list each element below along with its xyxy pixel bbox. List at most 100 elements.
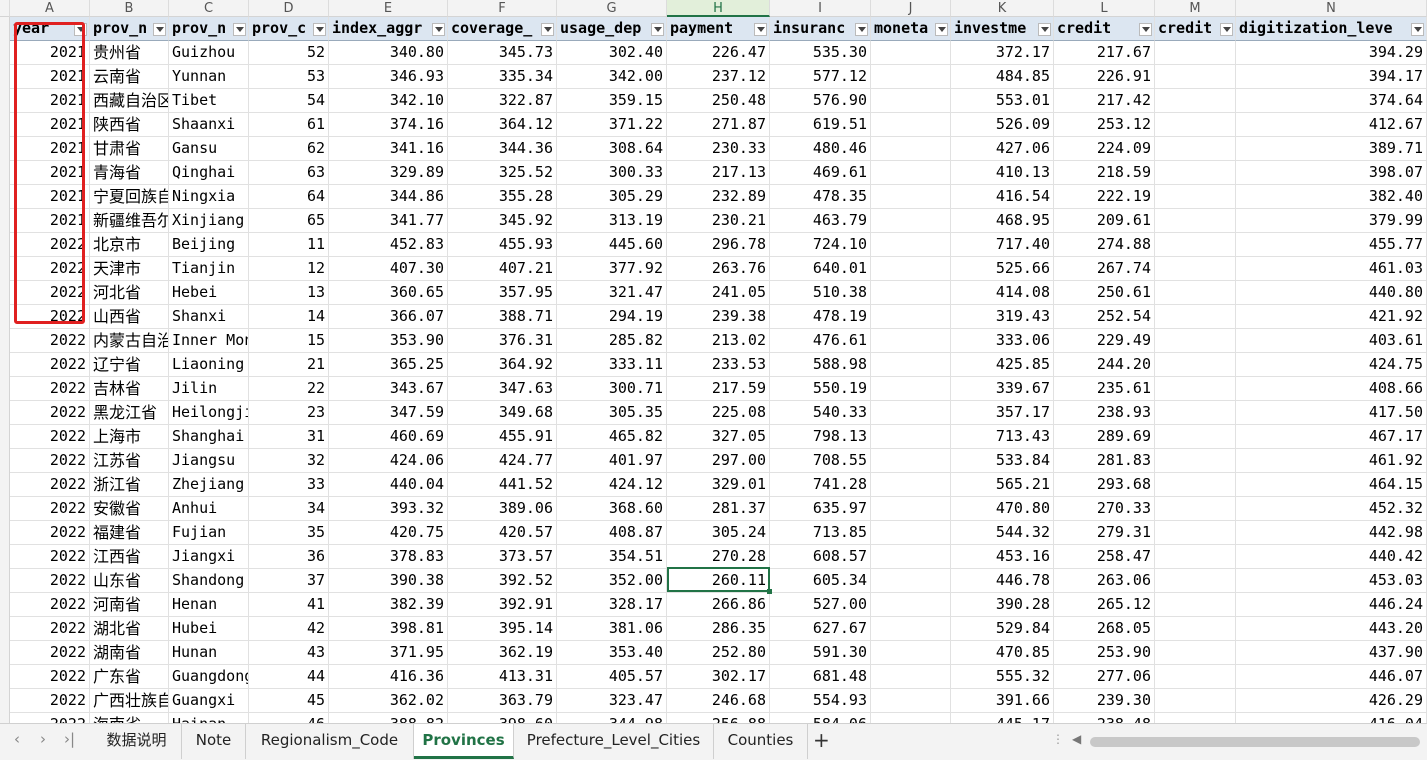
field-header-cell[interactable]: digitization_leve — [1236, 17, 1427, 41]
table-cell[interactable]: 267.74 — [1054, 257, 1155, 281]
table-cell[interactable]: 364.12 — [448, 113, 557, 137]
table-cell[interactable]: 266.86 — [667, 593, 770, 617]
table-cell[interactable]: 246.68 — [667, 689, 770, 713]
table-cell[interactable] — [871, 569, 951, 593]
table-cell[interactable] — [871, 473, 951, 497]
table-cell[interactable]: 河南省 — [90, 593, 169, 617]
table-cell[interactable]: 627.67 — [770, 617, 871, 641]
table-cell[interactable]: 407.21 — [448, 257, 557, 281]
table-cell[interactable]: 274.88 — [1054, 233, 1155, 257]
table-cell[interactable] — [1155, 305, 1236, 329]
table-cell[interactable]: 285.82 — [557, 329, 667, 353]
table-cell[interactable] — [871, 41, 951, 65]
tab-regionalism-code[interactable]: Regionalism_Code — [246, 724, 414, 759]
field-header-cell[interactable]: credit — [1155, 17, 1236, 41]
table-cell[interactable]: 277.06 — [1054, 665, 1155, 689]
table-cell[interactable]: 15 — [249, 329, 329, 353]
table-cell[interactable]: 2021 — [10, 209, 90, 233]
table-cell[interactable] — [871, 257, 951, 281]
table-cell[interactable]: 235.61 — [1054, 377, 1155, 401]
column-header[interactable]: E — [329, 0, 448, 17]
table-cell[interactable]: 392.91 — [448, 593, 557, 617]
table-cell[interactable]: 217.42 — [1054, 89, 1155, 113]
table-cell[interactable]: 34 — [249, 497, 329, 521]
table-cell[interactable]: 403.61 — [1236, 329, 1427, 353]
table-cell[interactable]: 253.12 — [1054, 113, 1155, 137]
table-cell[interactable]: 2021 — [10, 113, 90, 137]
column-header[interactable]: D — [249, 0, 329, 17]
table-cell[interactable]: 352.00 — [557, 569, 667, 593]
filter-dropdown-icon[interactable] — [313, 23, 326, 36]
table-cell[interactable]: Shanxi — [169, 305, 249, 329]
table-cell[interactable]: 346.93 — [329, 65, 448, 89]
table-cell[interactable]: 424.12 — [557, 473, 667, 497]
table-cell[interactable]: 2022 — [10, 305, 90, 329]
table-cell[interactable]: 424.06 — [329, 449, 448, 473]
table-cell[interactable]: 443.20 — [1236, 617, 1427, 641]
table-cell[interactable]: 226.91 — [1054, 65, 1155, 89]
table-cell[interactable]: 565.21 — [951, 473, 1054, 497]
table-cell[interactable] — [1155, 401, 1236, 425]
table-cell[interactable]: 36 — [249, 545, 329, 569]
table-cell[interactable] — [1155, 593, 1236, 617]
table-cell[interactable]: 478.35 — [770, 185, 871, 209]
field-header-cell[interactable]: investme — [951, 17, 1054, 41]
table-cell[interactable]: 373.57 — [448, 545, 557, 569]
table-cell[interactable]: 349.68 — [448, 401, 557, 425]
table-cell[interactable]: 374.64 — [1236, 89, 1427, 113]
table-cell[interactable]: 250.48 — [667, 89, 770, 113]
table-cell[interactable]: Anhui — [169, 497, 249, 521]
table-cell[interactable]: 237.12 — [667, 65, 770, 89]
table-cell[interactable]: 2021 — [10, 41, 90, 65]
row-number[interactable] — [0, 665, 10, 689]
table-cell[interactable] — [1155, 377, 1236, 401]
field-header-cell[interactable]: year — [10, 17, 90, 41]
table-cell[interactable] — [1155, 713, 1236, 723]
table-cell[interactable]: 上海市 — [90, 425, 169, 449]
table-cell[interactable]: 391.66 — [951, 689, 1054, 713]
table-cell[interactable]: 388.71 — [448, 305, 557, 329]
table-cell[interactable]: 32 — [249, 449, 329, 473]
table-cell[interactable] — [1155, 257, 1236, 281]
table-cell[interactable]: 527.00 — [770, 593, 871, 617]
table-cell[interactable]: 378.83 — [329, 545, 448, 569]
table-cell[interactable]: Fujian — [169, 521, 249, 545]
row-number[interactable] — [0, 137, 10, 161]
table-cell[interactable] — [871, 137, 951, 161]
table-cell[interactable]: 555.32 — [951, 665, 1054, 689]
table-cell[interactable]: 辽宁省 — [90, 353, 169, 377]
table-cell[interactable]: Jilin — [169, 377, 249, 401]
table-cell[interactable]: Liaoning — [169, 353, 249, 377]
table-cell[interactable]: 388.82 — [329, 713, 448, 723]
table-cell[interactable] — [1155, 641, 1236, 665]
table-cell[interactable]: 798.13 — [770, 425, 871, 449]
table-cell[interactable] — [871, 185, 951, 209]
table-cell[interactable] — [871, 89, 951, 113]
filter-dropdown-icon[interactable] — [754, 23, 767, 36]
table-cell[interactable] — [871, 521, 951, 545]
table-cell[interactable]: Guangxi — [169, 689, 249, 713]
table-cell[interactable] — [871, 593, 951, 617]
horizontal-scrollbar[interactable] — [1090, 737, 1420, 747]
table-cell[interactable]: 252.54 — [1054, 305, 1155, 329]
table-cell[interactable]: 413.31 — [448, 665, 557, 689]
row-number[interactable] — [0, 41, 10, 65]
table-cell[interactable]: 414.08 — [951, 281, 1054, 305]
row-number[interactable] — [0, 497, 10, 521]
table-cell[interactable]: 463.79 — [770, 209, 871, 233]
table-cell[interactable]: 2021 — [10, 65, 90, 89]
table-cell[interactable]: 2022 — [10, 569, 90, 593]
tab-provinces[interactable]: Provinces — [414, 724, 514, 759]
table-cell[interactable]: 525.66 — [951, 257, 1054, 281]
table-cell[interactable]: 13 — [249, 281, 329, 305]
select-all-corner[interactable] — [0, 0, 10, 17]
column-header[interactable]: N — [1236, 0, 1427, 17]
table-cell[interactable]: 390.38 — [329, 569, 448, 593]
table-cell[interactable]: 239.30 — [1054, 689, 1155, 713]
table-cell[interactable]: Inner Mongolia — [169, 329, 249, 353]
table-cell[interactable]: 54 — [249, 89, 329, 113]
row-number[interactable] — [0, 305, 10, 329]
table-cell[interactable]: 468.95 — [951, 209, 1054, 233]
row-number[interactable] — [0, 521, 10, 545]
table-cell[interactable]: 460.69 — [329, 425, 448, 449]
